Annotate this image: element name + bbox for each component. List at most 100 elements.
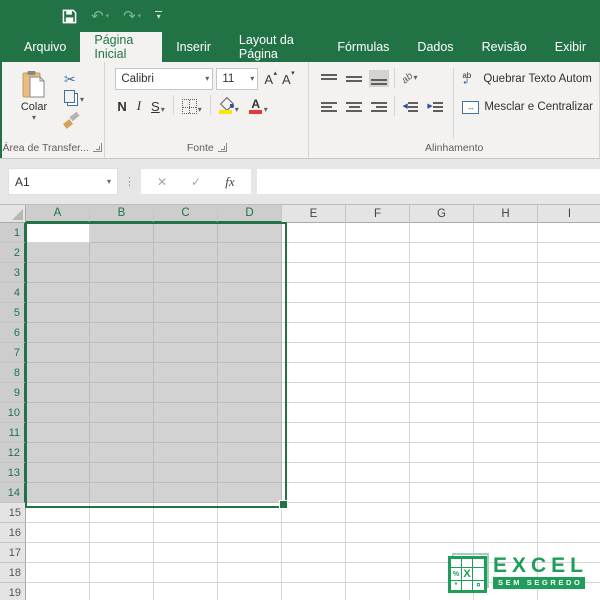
cell-B3[interactable] xyxy=(90,263,154,283)
cell-D7[interactable] xyxy=(218,343,282,363)
cell-C4[interactable] xyxy=(154,283,218,303)
cell-E4[interactable] xyxy=(282,283,346,303)
cell-D9[interactable] xyxy=(218,383,282,403)
customize-quick-access-button[interactable]: ▾ xyxy=(155,11,163,21)
cell-F7[interactable] xyxy=(346,343,410,363)
orientation-button[interactable]: ab ▾ xyxy=(400,70,419,86)
row-header-5[interactable]: 5 xyxy=(0,303,26,323)
cell-A7[interactable] xyxy=(26,343,90,363)
cell-G3[interactable] xyxy=(410,263,474,283)
row-header-7[interactable]: 7 xyxy=(0,343,26,363)
cell-G12[interactable] xyxy=(410,443,474,463)
row-header-12[interactable]: 12 xyxy=(0,443,26,463)
cell-H13[interactable] xyxy=(474,463,538,483)
format-painter-button[interactable] xyxy=(63,111,84,129)
cell-F5[interactable] xyxy=(346,303,410,323)
cell-E16[interactable] xyxy=(282,523,346,543)
tab-pagina-inicial[interactable]: Página Inicial xyxy=(80,32,163,62)
cell-C11[interactable] xyxy=(154,423,218,443)
cell-A10[interactable] xyxy=(26,403,90,423)
cell-C16[interactable] xyxy=(154,523,218,543)
cell-H15[interactable] xyxy=(474,503,538,523)
cell-A4[interactable] xyxy=(26,283,90,303)
row-header-16[interactable]: 16 xyxy=(0,523,26,543)
cell-F2[interactable] xyxy=(346,243,410,263)
cell-H4[interactable] xyxy=(474,283,538,303)
tab-dados[interactable]: Dados xyxy=(403,32,467,62)
cell-G11[interactable] xyxy=(410,423,474,443)
cell-E19[interactable] xyxy=(282,583,346,600)
cell-B7[interactable] xyxy=(90,343,154,363)
cell-H14[interactable] xyxy=(474,483,538,503)
redo-button[interactable]: ↷ ▾ xyxy=(123,9,141,24)
cell-G10[interactable] xyxy=(410,403,474,423)
column-header-D[interactable]: D xyxy=(218,205,282,223)
cell-B16[interactable] xyxy=(90,523,154,543)
cell-D6[interactable] xyxy=(218,323,282,343)
cell-G13[interactable] xyxy=(410,463,474,483)
column-header-A[interactable]: A xyxy=(26,205,90,223)
cell-G6[interactable] xyxy=(410,323,474,343)
cell-F10[interactable] xyxy=(346,403,410,423)
font-size-select[interactable]: 11 ▾ xyxy=(216,68,259,90)
cell-F11[interactable] xyxy=(346,423,410,443)
increase-indent-button[interactable]: ▶ xyxy=(425,98,445,115)
cell-E15[interactable] xyxy=(282,503,346,523)
cell-B6[interactable] xyxy=(90,323,154,343)
cell-C12[interactable] xyxy=(154,443,218,463)
cell-H9[interactable] xyxy=(474,383,538,403)
column-header-E[interactable]: E xyxy=(282,205,346,223)
cell-D2[interactable] xyxy=(218,243,282,263)
cell-G14[interactable] xyxy=(410,483,474,503)
cell-C6[interactable] xyxy=(154,323,218,343)
cell-D5[interactable] xyxy=(218,303,282,323)
cell-I6[interactable] xyxy=(538,323,600,343)
cell-C3[interactable] xyxy=(154,263,218,283)
increase-font-size-button[interactable]: A ▴ xyxy=(261,69,277,89)
clipboard-dialog-launcher-icon[interactable] xyxy=(92,143,102,152)
cell-D3[interactable] xyxy=(218,263,282,283)
cell-I9[interactable] xyxy=(538,383,600,403)
cell-B2[interactable] xyxy=(90,243,154,263)
cell-H12[interactable] xyxy=(474,443,538,463)
cell-E7[interactable] xyxy=(282,343,346,363)
cell-C17[interactable] xyxy=(154,543,218,563)
cell-D15[interactable] xyxy=(218,503,282,523)
cell-B15[interactable] xyxy=(90,503,154,523)
cell-E8[interactable] xyxy=(282,363,346,383)
cell-B8[interactable] xyxy=(90,363,154,383)
cell-A15[interactable] xyxy=(26,503,90,523)
cell-E12[interactable] xyxy=(282,443,346,463)
cell-C8[interactable] xyxy=(154,363,218,383)
row-header-1[interactable]: 1 xyxy=(0,223,26,243)
underline-button[interactable]: S ▾ xyxy=(149,96,167,114)
cell-A5[interactable] xyxy=(26,303,90,323)
cell-C7[interactable] xyxy=(154,343,218,363)
row-header-9[interactable]: 9 xyxy=(0,383,26,403)
cell-A18[interactable] xyxy=(26,563,90,583)
fill-handle[interactable] xyxy=(279,500,288,509)
cell-E11[interactable] xyxy=(282,423,346,443)
cell-F15[interactable] xyxy=(346,503,410,523)
tab-layout-da-pagina[interactable]: Layout da Página xyxy=(225,32,323,62)
column-header-I[interactable]: I xyxy=(538,205,600,223)
cell-I2[interactable] xyxy=(538,243,600,263)
cell-B13[interactable] xyxy=(90,463,154,483)
font-name-select[interactable]: Calibri ▾ xyxy=(115,68,214,90)
cell-A6[interactable] xyxy=(26,323,90,343)
cell-E5[interactable] xyxy=(282,303,346,323)
tab-revisao[interactable]: Revisão xyxy=(468,32,541,62)
row-header-8[interactable]: 8 xyxy=(0,363,26,383)
cell-B12[interactable] xyxy=(90,443,154,463)
cell-F9[interactable] xyxy=(346,383,410,403)
italic-button[interactable]: I xyxy=(135,96,143,114)
cell-C9[interactable] xyxy=(154,383,218,403)
cell-E10[interactable] xyxy=(282,403,346,423)
cell-E1[interactable] xyxy=(282,223,346,243)
cell-D17[interactable] xyxy=(218,543,282,563)
fill-color-button[interactable]: ▾ xyxy=(217,96,241,114)
cell-C14[interactable] xyxy=(154,483,218,503)
cell-A9[interactable] xyxy=(26,383,90,403)
cell-D4[interactable] xyxy=(218,283,282,303)
cancel-button[interactable]: ✕ xyxy=(145,174,179,190)
